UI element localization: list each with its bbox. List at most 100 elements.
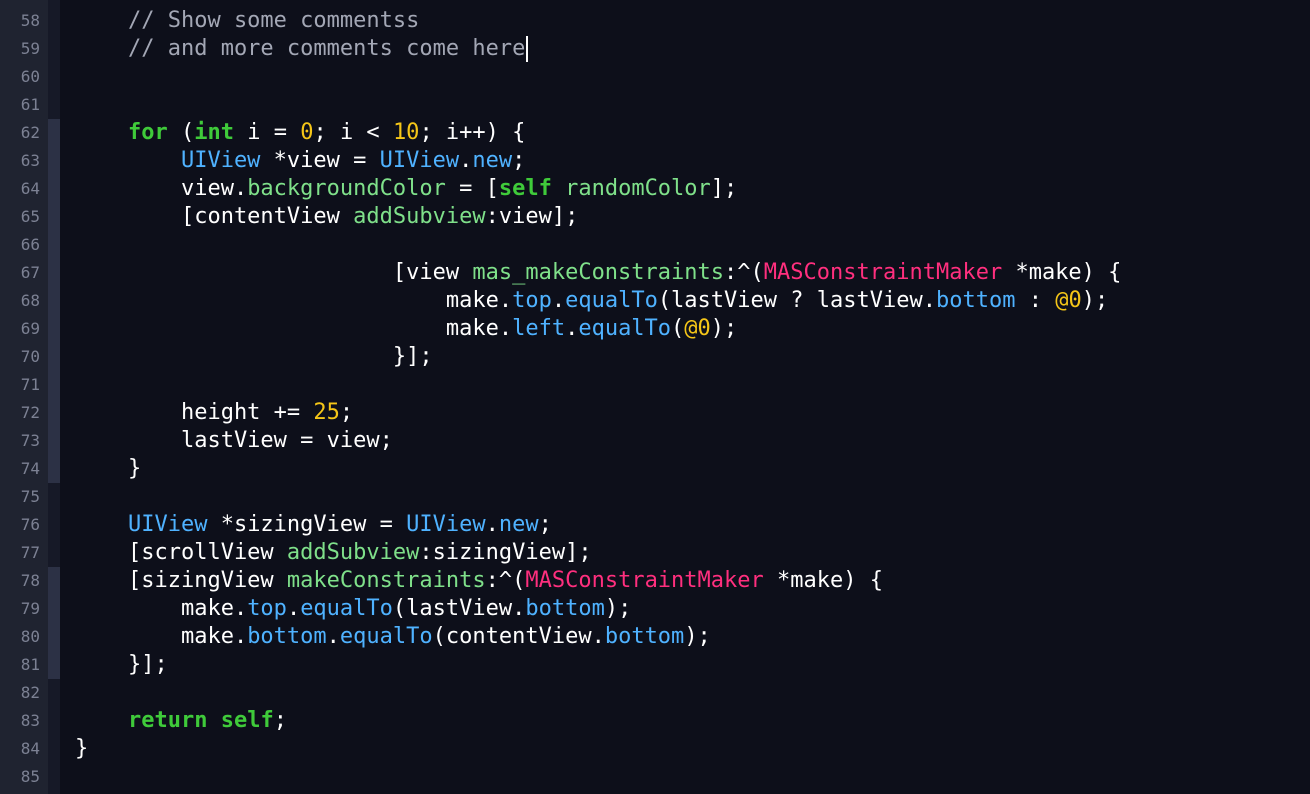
code-token: }]; (75, 344, 433, 369)
code-token: UIView (75, 512, 208, 537)
code-line[interactable]: return self; (75, 707, 287, 735)
code-token: :^( (724, 260, 764, 285)
code-token: equalTo (339, 624, 433, 649)
code-line[interactable]: [scrollView addSubview:sizingView]; (75, 539, 592, 567)
code-token: @0 (684, 316, 711, 341)
line-number: 72 (20, 403, 40, 422)
code-line[interactable]: [view mas_makeConstraints:^(MASConstrain… (75, 259, 1122, 287)
code-token: makeConstraints (286, 568, 486, 593)
code-token: height += (75, 400, 314, 425)
code-token: ; (273, 708, 287, 733)
code-token: *view = (260, 148, 380, 173)
code-token: UIView (379, 148, 460, 173)
code-line[interactable]: // and more comments come here (75, 35, 529, 63)
line-number: 67 (20, 263, 40, 282)
code-line[interactable]: make.top.equalTo(lastView.bottom); (75, 595, 631, 623)
code-token: make. (75, 316, 513, 341)
code-token: ]; (710, 176, 738, 201)
code-token: new (498, 512, 539, 537)
code-token: self (498, 176, 552, 201)
code-token: UIView (75, 148, 261, 173)
code-token: = [ (445, 176, 499, 201)
code-token: bottom (604, 624, 685, 649)
line-number: 60 (20, 67, 40, 86)
code-editor[interactable]: 58 59 60 61 62 63 64 65 66 67 68 69 70 71 72 73 74 75 76 77… (0, 0, 1310, 794)
code-token: } (75, 736, 89, 761)
code-line[interactable]: } (75, 735, 88, 763)
code-token: *sizingView = (207, 512, 407, 537)
code-token: ; i++) { (419, 120, 526, 145)
code-line[interactable]: lastView = view; (75, 427, 393, 455)
code-line[interactable]: [sizingView makeConstraints:^(MASConstra… (75, 567, 883, 595)
line-number: 78 (20, 571, 40, 590)
text-cursor (526, 36, 529, 62)
code-token: [scrollView (75, 540, 287, 565)
code-line[interactable]: UIView *sizingView = UIView.new; (75, 511, 552, 539)
code-line[interactable]: } (75, 455, 141, 483)
line-number: 66 (20, 235, 40, 254)
line-number: 79 (20, 599, 40, 618)
code-token: . (485, 512, 499, 537)
code-token: MASConstraintMaker (763, 260, 1003, 285)
code-token: :sizingView]; (419, 540, 592, 565)
code-token: UIView (406, 512, 486, 537)
code-line[interactable]: }]; (75, 651, 168, 679)
line-number: 82 (20, 683, 40, 702)
code-token: addSubview (353, 204, 486, 229)
code-token: // and more comments come here (75, 36, 526, 61)
code-token: lastView = view; (75, 428, 393, 453)
code-line[interactable]: UIView *view = UIView.new; (75, 147, 525, 175)
code-token: : (1015, 288, 1056, 313)
code-token: 0 (300, 120, 314, 145)
fold-region-marker[interactable] (48, 259, 60, 371)
line-number: 76 (20, 515, 40, 534)
code-token: ; (538, 512, 552, 537)
code-line[interactable]: make.top.equalTo(lastView ? lastView.bot… (75, 287, 1108, 315)
code-line[interactable]: height += 25; (75, 399, 353, 427)
code-token: *make) { (1002, 260, 1122, 285)
code-token: self (220, 708, 274, 733)
code-line[interactable]: view.backgroundColor = [self randomColor… (75, 175, 737, 203)
code-token: ); (1081, 288, 1109, 313)
fold-region-marker[interactable] (48, 567, 60, 679)
code-line[interactable]: for (int i = 0; i < 10; i++) { (75, 119, 525, 147)
code-token: . (565, 316, 579, 341)
code-token: 25 (313, 400, 340, 425)
code-token: (lastView ? lastView. (657, 288, 936, 313)
code-token: MASConstraintMaker (525, 568, 764, 593)
code-token: make. (75, 288, 513, 313)
code-token: }]; (75, 652, 168, 677)
line-number: 83 (20, 711, 40, 730)
code-token: . (459, 148, 473, 173)
code-token: ( (167, 120, 195, 145)
code-line[interactable]: [contentView addSubview:view]; (75, 203, 578, 231)
code-line[interactable]: }]; (75, 343, 433, 371)
code-token: ); (710, 316, 738, 341)
code-line[interactable]: make.bottom.equalTo(contentView.bottom); (75, 623, 711, 651)
line-number: 71 (20, 375, 40, 394)
line-number: 68 (20, 291, 40, 310)
line-number: 65 (20, 207, 40, 226)
code-folding-ribbon[interactable] (48, 0, 60, 794)
code-token: // Show some commentss (75, 8, 420, 33)
code-token: new (472, 148, 513, 173)
code-line[interactable]: // Show some commentss (75, 7, 419, 35)
code-token: bottom (525, 596, 605, 621)
code-token: . (551, 288, 566, 313)
code-token: ( (671, 316, 685, 341)
code-token: . (286, 596, 301, 621)
code-token: . (326, 624, 340, 649)
code-token: top (512, 288, 552, 313)
line-number: 73 (20, 431, 40, 450)
code-token: *make) { (763, 568, 883, 593)
line-number: 80 (20, 627, 40, 646)
code-token: :view]; (485, 204, 579, 229)
code-line[interactable]: make.left.equalTo(@0); (75, 315, 737, 343)
line-number: 77 (20, 543, 40, 562)
code-token: ; i < (313, 120, 393, 145)
code-token: bottom (935, 288, 1016, 313)
code-token: make. (75, 596, 248, 621)
code-token: (contentView. (432, 624, 605, 649)
code-text-area[interactable]: // Show some commentss // and more comme… (60, 0, 1310, 794)
